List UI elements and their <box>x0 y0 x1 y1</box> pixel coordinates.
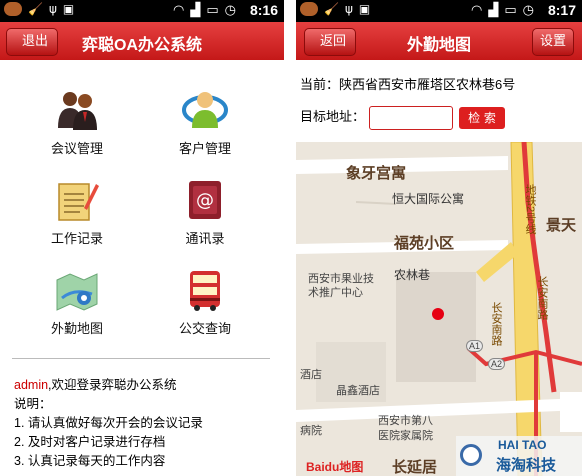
map-label: 象牙宫寓 <box>346 165 407 182</box>
svg-text:@: @ <box>196 190 214 211</box>
map-label: 晶鑫酒店 <box>336 385 380 397</box>
target-address-input[interactable] <box>369 106 453 130</box>
wifi-icon: ◠ <box>471 3 483 18</box>
map-icon <box>54 268 100 312</box>
oa-home-screen: 🧹 ψ ▣ ◠ ▟ ▭ ◷ 8:16 退出 弈聪OA办公系统 会议管理 客户管理… <box>0 0 284 476</box>
map-label: 长安南路 <box>490 302 502 346</box>
menu-item-field-map[interactable]: 外勤地图 <box>12 268 142 358</box>
meeting-icon <box>54 88 100 132</box>
map-label: 农林巷 <box>394 268 431 282</box>
battery-icon: ▭ <box>206 3 219 18</box>
note-item: 3. 认真记录每天的工作内容 <box>14 454 166 468</box>
broom-icon: 🧹 <box>28 2 43 16</box>
welcome-panel: admin,欢迎登录弈聪办公系统 说明： 1. 请认真做好每次开会的会议记录 2… <box>14 376 203 471</box>
menu-label: 公交查询 <box>178 321 231 336</box>
page-title: 弈聪OA办公系统 <box>81 37 202 54</box>
status-bar: 🧹 ψ ▣ ◠ ▟ ▭ ◷ 8:16 <box>0 0 284 22</box>
note-item: 2. 及时对客户记录进行存档 <box>14 435 166 449</box>
usb-icon: ψ <box>344 2 353 16</box>
bus-icon <box>182 268 228 312</box>
android-icon: ▣ <box>62 2 75 16</box>
title-bar: 退出 弈聪OA办公系统 <box>0 22 284 60</box>
menu-label: 会议管理 <box>50 141 103 156</box>
baidu-map-logo: Baidu地图 <box>306 460 364 474</box>
map-label: 酒店 <box>300 369 322 381</box>
map-label: A2 <box>488 358 506 370</box>
welcome-line: admin,欢迎登录弈聪办公系统 <box>14 376 203 395</box>
map-label: 西安市第八 <box>378 415 433 427</box>
alarm-icon: ◷ <box>522 3 534 18</box>
current-address: 当前：陕西省西安市雁塔区农林巷6号 <box>300 77 516 92</box>
current-location-marker <box>432 308 444 320</box>
status-time: 8:16 <box>249 2 278 18</box>
notification-app-icon <box>300 2 318 16</box>
divider <box>12 358 270 359</box>
wifi-icon: ◠ <box>173 3 185 18</box>
android-icon: ▣ <box>358 2 371 16</box>
watermark: HAI TAO 海淘科技 <box>456 436 582 476</box>
map-label: A1 <box>466 340 484 352</box>
alarm-icon: ◷ <box>224 3 236 18</box>
title-bar: 返回 外勤地图 设置 <box>296 22 582 60</box>
map-label: 恒大国际公寓 <box>392 192 465 206</box>
map-label: 长安南路 <box>536 276 548 320</box>
menu-label: 客户管理 <box>178 141 231 156</box>
status-time: 8:17 <box>547 2 576 18</box>
usb-icon: ψ <box>48 2 57 16</box>
customer-icon <box>182 88 228 132</box>
map-label: 地铁2号线 <box>524 184 536 235</box>
menu-item-bus-query[interactable]: 公交查询 <box>140 268 270 358</box>
watermark-name: 海淘科技 <box>496 457 557 474</box>
settings-button[interactable]: 设置 <box>532 28 574 56</box>
broom-icon: 🧹 <box>324 2 339 16</box>
menu-item-customer[interactable]: 客户管理 <box>140 88 270 178</box>
watermark-title: HAI TAO <box>498 438 547 452</box>
signal-icon: ▟ <box>488 3 499 18</box>
field-map-screen: 🧹 ψ ▣ ◠ ▟ ▭ ◷ 8:17 返回 外勤地图 设置 当前：陕西省西安市雁… <box>296 0 582 476</box>
notes-title: 说明： <box>14 397 52 411</box>
map-label: 福苑小区 <box>394 235 455 252</box>
notepad-icon <box>54 178 100 222</box>
menu-item-address-book[interactable]: @ 通讯录 <box>140 178 270 268</box>
welcome-message: ,欢迎登录弈聪办公系统 <box>48 378 177 392</box>
menu-label: 工作记录 <box>50 231 103 246</box>
target-address-label: 目标地址： <box>300 109 366 124</box>
map-view[interactable]: 象牙宫寓 恒大国际公寓 福苑小区 西安市果业技 术推广中心 农林巷 酒店 晶鑫酒… <box>296 142 582 476</box>
menu-label: 通讯录 <box>185 231 225 246</box>
menu-item-work-record[interactable]: 工作记录 <box>12 178 142 268</box>
menu-label: 外勤地图 <box>50 321 103 336</box>
search-button[interactable]: 检 索 <box>459 107 505 129</box>
status-bar: 🧹 ψ ▣ ◠ ▟ ▭ ◷ 8:17 <box>296 0 582 22</box>
notification-app-icon <box>4 2 22 16</box>
map-label: 医院家属院 <box>378 430 433 442</box>
map-label: 术推广中心 <box>308 287 363 299</box>
note-item: 1. 请认真做好每次开会的会议记录 <box>14 416 203 430</box>
address-book-icon: @ <box>182 178 228 222</box>
map-label: 景天 <box>546 217 577 234</box>
zoom-magnifier-icon[interactable] <box>460 444 482 466</box>
map-label: 长延居 <box>392 459 438 476</box>
signal-icon: ▟ <box>190 3 201 18</box>
battery-icon: ▭ <box>504 3 517 18</box>
username: admin <box>14 378 49 392</box>
map-label: 病院 <box>300 425 322 437</box>
menu-item-meeting[interactable]: 会议管理 <box>12 88 142 178</box>
